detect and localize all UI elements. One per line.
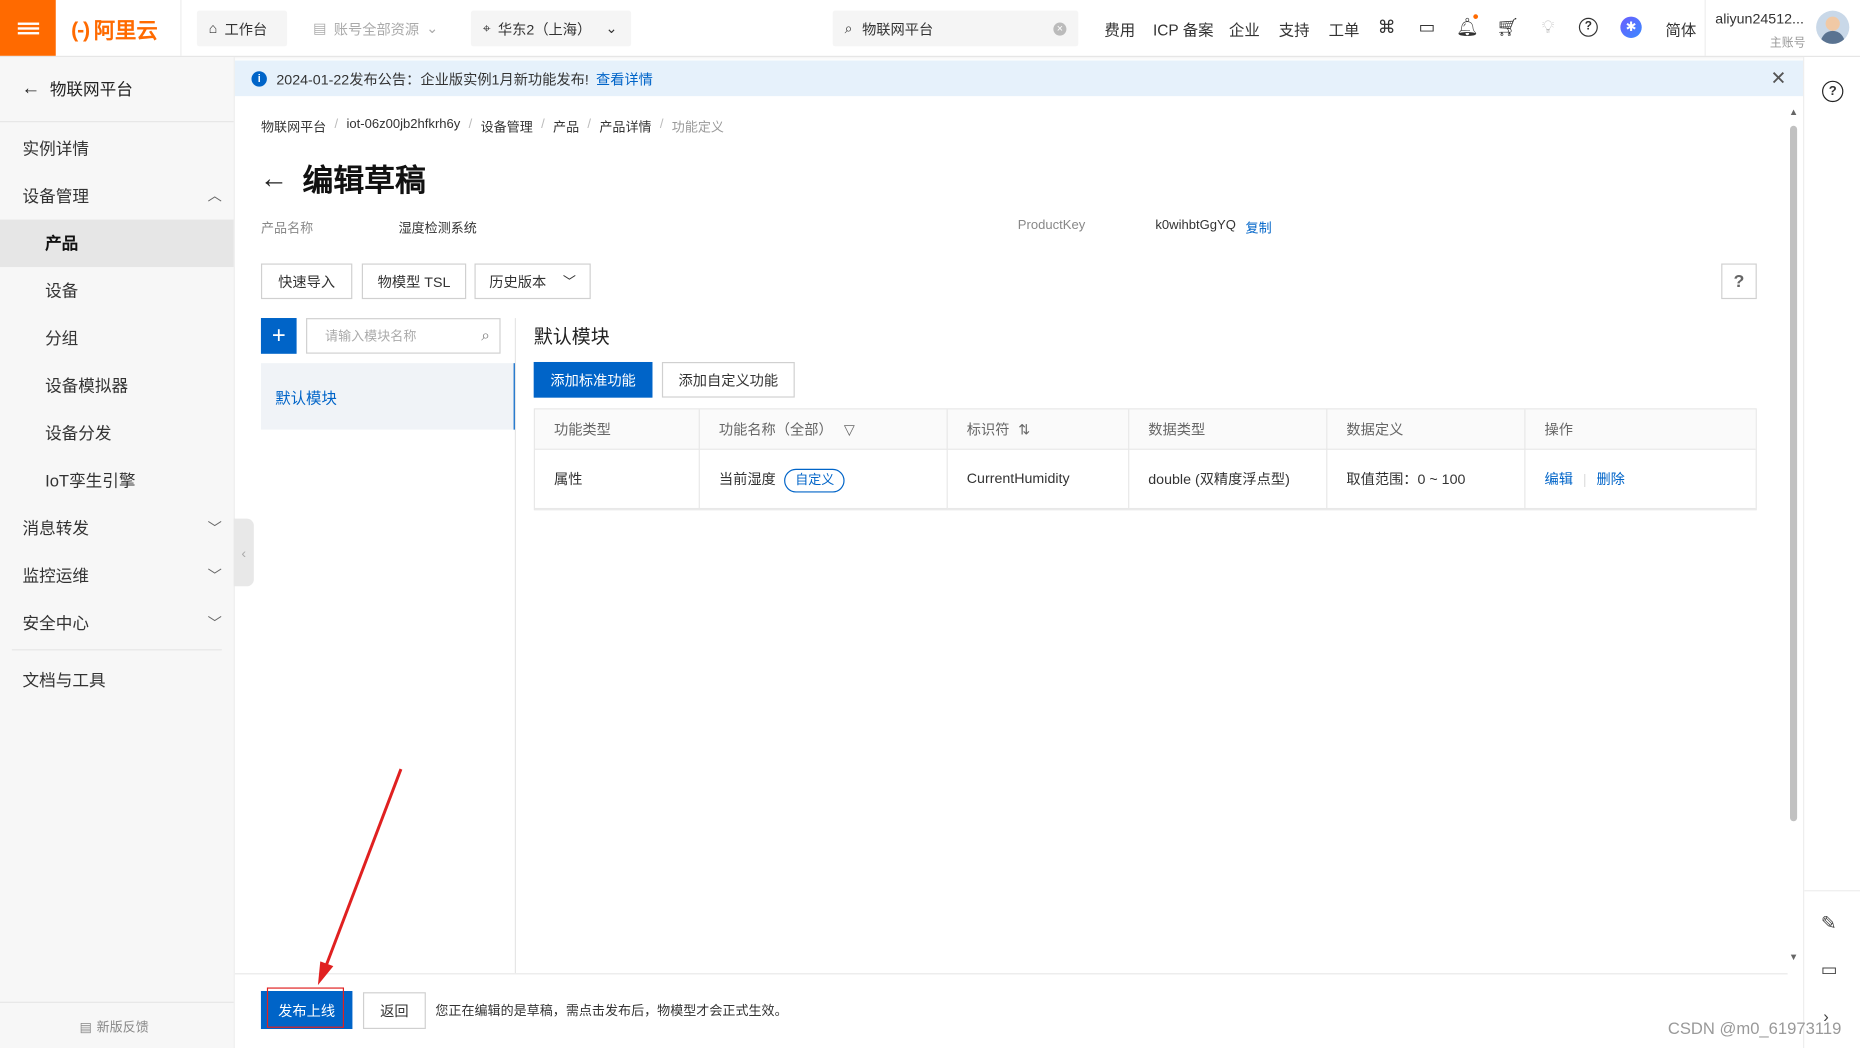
watermark: CSDN @m0_61973119 xyxy=(1667,1018,1842,1038)
annotation-arrow xyxy=(317,768,403,986)
